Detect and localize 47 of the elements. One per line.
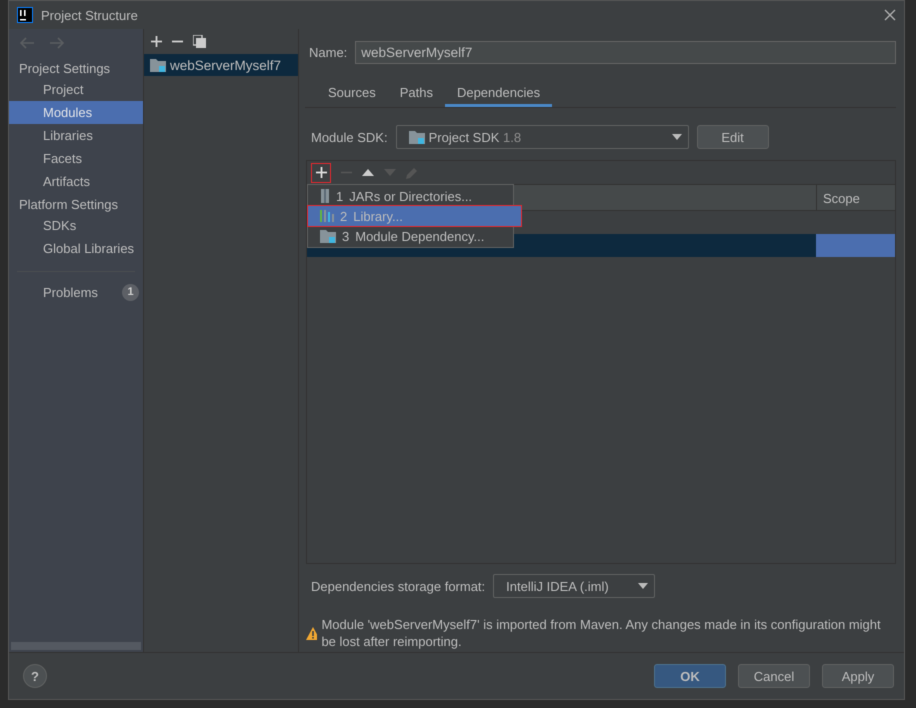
section-title: Platform Settings bbox=[18, 196, 119, 214]
field-label: Module SDK: bbox=[311, 130, 388, 144]
tab[interactable]: Paths bbox=[388, 82, 445, 107]
sidebar-item[interactable]: Project bbox=[9, 78, 143, 101]
help-button[interactable]: ? bbox=[23, 664, 47, 688]
tab[interactable]: Sources bbox=[316, 82, 388, 107]
sdk-dropdown[interactable]: Project SDK 1.8 bbox=[396, 125, 689, 149]
module-folder-icon bbox=[320, 229, 336, 243]
sidebar-item[interactable]: Libraries bbox=[9, 124, 143, 147]
menu-item[interactable]: 3 Module Dependency... bbox=[308, 226, 513, 246]
dropdown-caret-icon bbox=[672, 134, 682, 140]
library-icon bbox=[320, 210, 334, 222]
dialog-button[interactable]: OK bbox=[654, 664, 726, 688]
field-label: Dependencies storage format: bbox=[311, 578, 486, 594]
sidebar-item[interactable]: Global Libraries bbox=[9, 237, 143, 260]
app-logo-icon bbox=[17, 7, 33, 23]
storage-format-dropdown[interactable]: IntelliJ IDEA (.iml) bbox=[493, 574, 656, 598]
warning-message: Module 'webServerMyself7' is imported from Maven. Any changes made in its configuration might be lost after reimporting. bbox=[321, 616, 882, 650]
sidebar-item[interactable]: Facets bbox=[9, 147, 143, 170]
sdk-folder-icon bbox=[408, 130, 425, 144]
section-title: Project Settings bbox=[18, 60, 112, 78]
field-label: Name: bbox=[309, 45, 348, 60]
module-item[interactable]: webServerMyself7 bbox=[144, 54, 298, 76]
module-folder-icon bbox=[150, 58, 166, 72]
close-icon[interactable] bbox=[884, 9, 896, 21]
edit-button[interactable]: Edit bbox=[696, 125, 769, 149]
add-icon[interactable] bbox=[151, 36, 162, 47]
menu-item[interactable]: 2 Library... bbox=[308, 206, 521, 226]
sidebar-item[interactable]: Problems bbox=[43, 284, 98, 300]
add-button[interactable] bbox=[311, 162, 331, 182]
sidebar-item[interactable]: Modules bbox=[9, 101, 143, 124]
dropdown-caret-icon bbox=[638, 583, 648, 589]
sidebar-item[interactable]: SDKs bbox=[9, 214, 143, 237]
count-badge: 1 bbox=[122, 284, 139, 300]
warning-icon bbox=[306, 626, 318, 640]
jar-icon bbox=[320, 189, 330, 203]
name-field[interactable]: webServerMyself7 bbox=[355, 41, 896, 64]
tab[interactable]: Dependencies bbox=[444, 82, 552, 107]
column-header: Scope bbox=[823, 191, 860, 206]
move-up-icon[interactable] bbox=[362, 169, 374, 176]
window-title: Project Structure bbox=[41, 8, 139, 22]
copy-icon[interactable] bbox=[193, 35, 206, 48]
sidebar-item[interactable]: Artifacts bbox=[9, 170, 143, 193]
dialog-button[interactable]: Apply bbox=[822, 664, 894, 688]
menu-item[interactable]: 1 JARs or Directories... bbox=[308, 186, 513, 206]
add-icon bbox=[316, 167, 326, 178]
dialog-button[interactable]: Cancel bbox=[738, 664, 810, 688]
